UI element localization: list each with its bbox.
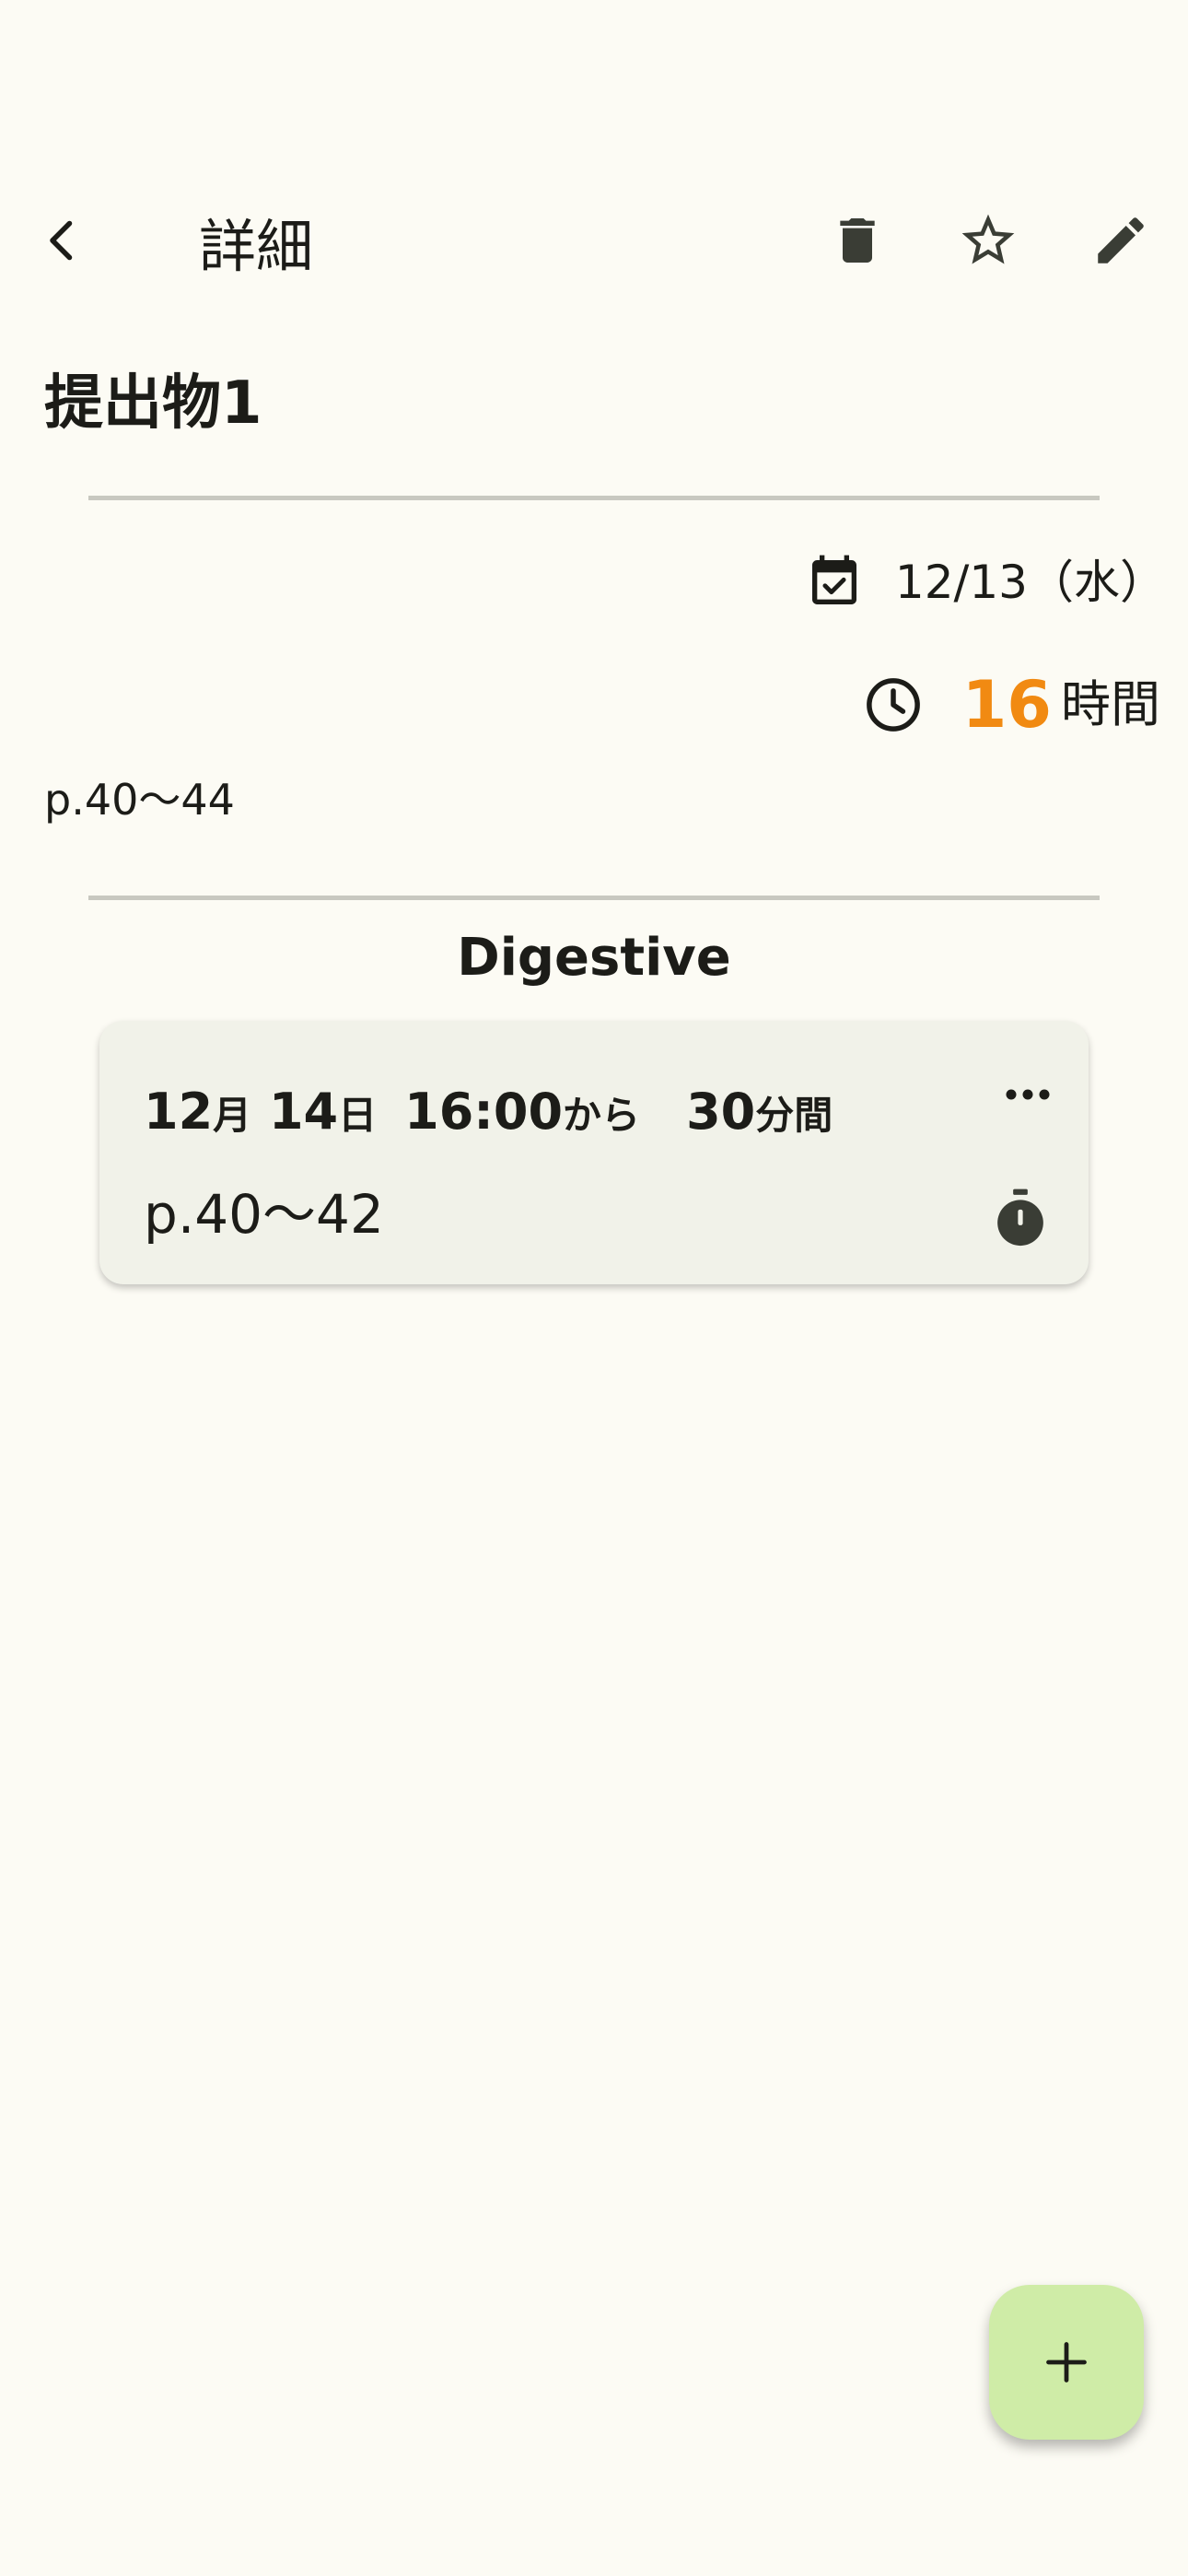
plan-duration-unit: 分間: [755, 1093, 833, 1138]
divider-top: [88, 496, 1100, 500]
edit-button[interactable]: [1070, 190, 1171, 291]
stopwatch-icon: [997, 1188, 1043, 1247]
divider-bottom: [88, 896, 1100, 900]
section-title: Digestive: [457, 928, 731, 988]
plan-more-button[interactable]: [991, 1058, 1065, 1131]
item-title: 提出物1: [44, 369, 262, 438]
page-title: 詳細: [199, 213, 314, 280]
star-outline-icon: [961, 214, 1015, 264]
back-button[interactable]: [11, 190, 112, 291]
calendar-check-icon: [811, 555, 856, 604]
remaining-time-row: 16 時間: [863, 663, 1160, 746]
plan-schedule: 12月 14日 16:00から 30分間: [144, 1071, 833, 1157]
trash-icon: [840, 218, 875, 263]
arrow-back-icon: [50, 220, 73, 261]
item-memo: p.40〜44: [44, 775, 235, 825]
plan-day: 14: [268, 1083, 339, 1141]
favorite-button[interactable]: [938, 190, 1039, 291]
plan-month: 12: [144, 1083, 214, 1141]
top-app-bar: [0, 184, 1188, 304]
more-horizontal-icon: [1006, 1089, 1050, 1100]
plan-memo: p.40〜42: [144, 1183, 384, 1246]
plan-day-unit: 日: [338, 1093, 378, 1138]
remaining-hours: 16: [961, 667, 1052, 743]
add-plan-fab[interactable]: [989, 2285, 1144, 2440]
due-date-row: 12/13（水）: [805, 545, 1166, 619]
plan-month-unit: 月: [213, 1093, 252, 1138]
delete-button[interactable]: [807, 190, 908, 291]
plan-card[interactable]: 12月 14日 16:00から 30分間 p.40〜42: [99, 1021, 1089, 1284]
plan-time: 16:00: [404, 1083, 564, 1141]
clock-icon: [866, 678, 920, 732]
due-date: 12/13（水）: [894, 556, 1166, 609]
plan-timer-button[interactable]: [984, 1181, 1057, 1255]
plan-time-suffix: から: [563, 1093, 641, 1138]
pencil-icon: [1098, 217, 1144, 263]
remaining-unit: 時間: [1061, 675, 1160, 733]
plan-duration: 30: [686, 1083, 756, 1141]
plus-icon: [1046, 2342, 1087, 2383]
